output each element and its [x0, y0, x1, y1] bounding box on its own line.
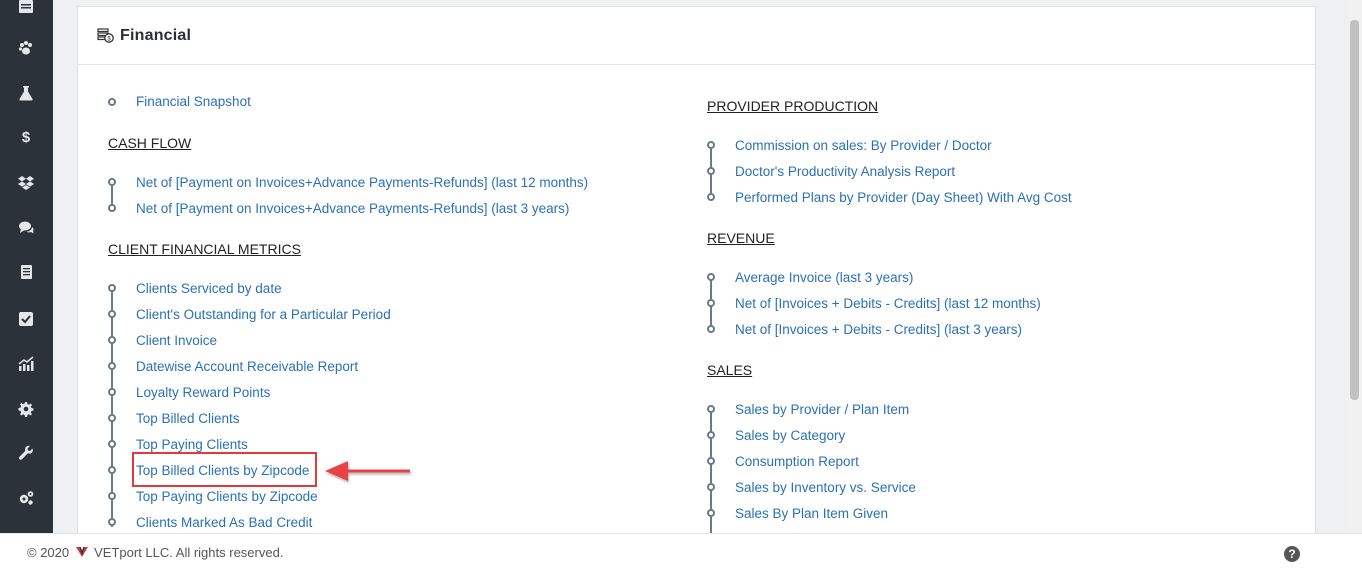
- bullet: [108, 310, 116, 318]
- panel-title: Financial: [120, 26, 192, 44]
- money-icon: $: [97, 28, 114, 43]
- link-net-invoices-12-months[interactable]: Net of [Invoices + Debits - Credits] (la…: [735, 296, 1041, 311]
- bullet: [707, 141, 715, 149]
- copyright-text: © 2020: [27, 545, 70, 560]
- calendar-icon[interactable]: [13, 0, 39, 19]
- link-top-billed-clients[interactable]: Top Billed Clients: [136, 411, 240, 426]
- link-cash-flow-12-months[interactable]: Net of [Payment on Invoices+Advance Paym…: [136, 175, 588, 190]
- bullet: [108, 518, 116, 526]
- wrench-icon[interactable]: [13, 440, 39, 466]
- link-client-invoice[interactable]: Client Invoice: [136, 333, 217, 348]
- bullet: [108, 336, 116, 344]
- bullet: [707, 483, 715, 491]
- bullet: [707, 457, 715, 465]
- section-title-sales: SALES: [707, 362, 753, 378]
- paw-icon[interactable]: [13, 35, 39, 61]
- cogs-icon[interactable]: [13, 485, 39, 511]
- dropbox-icon[interactable]: [13, 170, 39, 196]
- section-title-cash-flow: CASH FLOW: [108, 135, 192, 151]
- timeline-line: [710, 408, 712, 538]
- bullet: [707, 431, 715, 439]
- bullet: [108, 98, 116, 106]
- bullet: [108, 440, 116, 448]
- link-sales-by-plan-item-given[interactable]: Sales By Plan Item Given: [735, 506, 888, 521]
- link-sales-by-category[interactable]: Sales by Category: [735, 428, 845, 443]
- scrollbar[interactable]: [1347, 0, 1362, 533]
- chart-icon[interactable]: [13, 351, 39, 377]
- bullet: [707, 273, 715, 281]
- flask-icon[interactable]: [13, 80, 39, 106]
- company-text: VETport LLC. All rights reserved.: [94, 545, 284, 560]
- footer-text: © 2020 VETport LLC. All rights reserved.: [27, 545, 283, 560]
- comments-icon[interactable]: [13, 215, 39, 241]
- list-icon[interactable]: [13, 259, 39, 285]
- link-performed-plans[interactable]: Performed Plans by Provider (Day Sheet) …: [735, 190, 1072, 205]
- link-cash-flow-3-years[interactable]: Net of [Payment on Invoices+Advance Paym…: [136, 201, 569, 216]
- financial-panel: $ Financial Financial Snapshot CASH FLOW…: [77, 6, 1316, 546]
- bullet: [108, 492, 116, 500]
- link-doctor-productivity[interactable]: Doctor's Productivity Analysis Report: [735, 164, 955, 179]
- bullet: [108, 362, 116, 370]
- section-title-client-financial-metrics: CLIENT FINANCIAL METRICS: [108, 241, 301, 257]
- link-clients-outstanding[interactable]: Client's Outstanding for a Particular Pe…: [136, 307, 391, 322]
- bullet: [707, 325, 715, 333]
- link-clients-marked-bad-credit[interactable]: Clients Marked As Bad Credit: [136, 515, 312, 530]
- bullet: [707, 509, 715, 517]
- panel-header: $ Financial: [78, 7, 1315, 65]
- section-title-revenue: REVENUE: [707, 230, 775, 246]
- bullet: [108, 414, 116, 422]
- section-title-provider-production: PROVIDER PRODUCTION: [707, 98, 879, 114]
- link-consumption-report[interactable]: Consumption Report: [735, 454, 859, 469]
- link-datewise-ar-report[interactable]: Datewise Account Receivable Report: [136, 359, 358, 374]
- bullet: [707, 167, 715, 175]
- link-average-invoice[interactable]: Average Invoice (last 3 years): [735, 270, 913, 285]
- bullet: [108, 178, 116, 186]
- link-commission-on-sales[interactable]: Commission on sales: By Provider / Docto…: [735, 138, 992, 153]
- link-sales-by-provider[interactable]: Sales by Provider / Plan Item: [735, 402, 909, 417]
- check-square-icon[interactable]: [13, 306, 39, 332]
- bullet: [108, 284, 116, 292]
- timeline-line: [111, 287, 113, 527]
- bullet: [108, 204, 116, 212]
- bullet: [108, 466, 116, 474]
- bullet: [707, 405, 715, 413]
- link-financial-snapshot[interactable]: Financial Snapshot: [136, 94, 251, 109]
- help-icon[interactable]: ?: [1284, 546, 1300, 562]
- bullet: [707, 193, 715, 201]
- bullet: [707, 299, 715, 307]
- link-clients-serviced-by-date[interactable]: Clients Serviced by date: [136, 281, 282, 296]
- link-loyalty-reward-points[interactable]: Loyalty Reward Points: [136, 385, 270, 400]
- footer: © 2020 VETport LLC. All rights reserved. …: [0, 533, 1362, 569]
- link-sales-by-inventory[interactable]: Sales by Inventory vs. Service: [735, 480, 916, 495]
- link-net-invoices-3-years[interactable]: Net of [Invoices + Debits - Credits] (la…: [735, 322, 1022, 337]
- arrow-annotation: [325, 461, 410, 481]
- vetport-logo-icon: [76, 546, 89, 557]
- link-top-paying-clients-by-zipcode[interactable]: Top Paying Clients by Zipcode: [136, 489, 318, 504]
- link-top-paying-clients[interactable]: Top Paying Clients: [136, 437, 248, 452]
- dollar-icon[interactable]: $: [13, 124, 39, 150]
- gear-icon[interactable]: [13, 396, 39, 422]
- bullet: [108, 388, 116, 396]
- highlight-box: [132, 452, 317, 487]
- sidebar: $: [0, 0, 53, 533]
- scrollbar-thumb[interactable]: [1350, 20, 1359, 400]
